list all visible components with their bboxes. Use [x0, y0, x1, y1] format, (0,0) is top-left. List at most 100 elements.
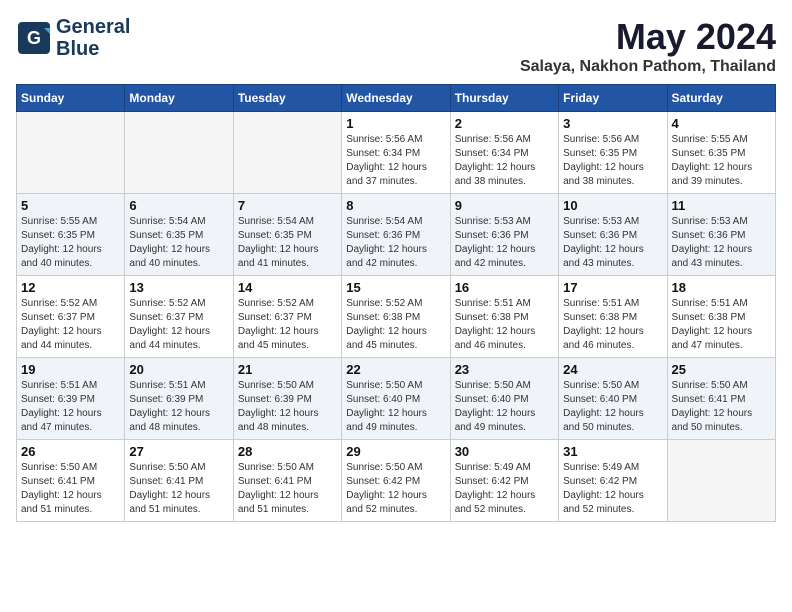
- day-info: Sunrise: 5:51 AMSunset: 6:39 PMDaylight:…: [129, 379, 228, 435]
- day-info: Sunrise: 5:52 AMSunset: 6:38 PMDaylight:…: [346, 297, 445, 353]
- day-number: 14: [238, 280, 337, 295]
- calendar-cell: 3Sunrise: 5:56 AMSunset: 6:35 PMDaylight…: [559, 112, 667, 194]
- day-number: 5: [21, 198, 120, 213]
- calendar-cell: 6 Sunrise: 5:54 AMSunset: 6:35 PMDaylight…: [125, 194, 233, 276]
- title-block: May 2024 Salaya, Nakhon Pathom, Thailand: [520, 16, 776, 76]
- day-number: 13: [129, 280, 228, 295]
- day-number: 4: [672, 116, 771, 131]
- calendar-header-tuesday: Tuesday: [233, 85, 341, 112]
- calendar-cell: [233, 112, 341, 194]
- day-info: Sunrise: 5:54 AMSunset: 6:35 PMDaylight:…: [129, 215, 228, 271]
- calendar-header-thursday: Thursday: [450, 85, 558, 112]
- calendar-cell: 7 Sunrise: 5:54 AMSunset: 6:35 PMDaylight…: [233, 194, 341, 276]
- day-number: 22: [346, 362, 445, 377]
- day-number: 15: [346, 280, 445, 295]
- calendar-cell: 19 Sunrise: 5:51 AMSunset: 6:39 PMDayligh…: [17, 358, 125, 440]
- day-number: 2: [455, 116, 554, 131]
- calendar-cell: 29 Sunrise: 5:50 AMSunset: 6:42 PMDayligh…: [342, 440, 450, 522]
- day-info: Sunrise: 5:51 AMSunset: 6:39 PMDaylight:…: [21, 379, 120, 435]
- calendar-week-row: 12Sunrise: 5:52 AMSunset: 6:37 PMDayligh…: [17, 276, 776, 358]
- day-number: 11: [672, 198, 771, 213]
- calendar-cell: 10Sunrise: 5:53 AMSunset: 6:36 PMDayligh…: [559, 194, 667, 276]
- calendar-cell: 11Sunrise: 5:53 AMSunset: 6:36 PMDayligh…: [667, 194, 775, 276]
- calendar-cell: 16Sunrise: 5:51 AMSunset: 6:38 PMDayligh…: [450, 276, 558, 358]
- day-info: Sunrise: 5:54 AMSunset: 6:36 PMDaylight:…: [346, 215, 445, 271]
- day-info: Sunrise: 5:51 AMSunset: 6:38 PMDaylight:…: [563, 297, 662, 353]
- calendar-week-row: 1 Sunrise: 5:56 AMSunset: 6:34 PMDaylight…: [17, 112, 776, 194]
- day-info: Sunrise: 5:56 AMSunset: 6:35 PMDaylight:…: [563, 133, 662, 189]
- logo-icon: G: [16, 20, 52, 56]
- calendar-cell: 17Sunrise: 5:51 AMSunset: 6:38 PMDayligh…: [559, 276, 667, 358]
- calendar-cell: 14Sunrise: 5:52 AMSunset: 6:37 PMDayligh…: [233, 276, 341, 358]
- calendar-header-wednesday: Wednesday: [342, 85, 450, 112]
- day-info: Sunrise: 5:50 AMSunset: 6:40 PMDaylight:…: [346, 379, 445, 435]
- calendar-week-row: 26 Sunrise: 5:50 AMSunset: 6:41 PMDayligh…: [17, 440, 776, 522]
- calendar: SundayMondayTuesdayWednesdayThursdayFrid…: [16, 84, 776, 522]
- day-number: 18: [672, 280, 771, 295]
- calendar-cell: 28Sunrise: 5:50 AMSunset: 6:41 PMDayligh…: [233, 440, 341, 522]
- calendar-cell: 5 Sunrise: 5:55 AMSunset: 6:35 PMDaylight…: [17, 194, 125, 276]
- calendar-cell: 24 Sunrise: 5:50 AMSunset: 6:40 PMDayligh…: [559, 358, 667, 440]
- calendar-cell: 31Sunrise: 5:49 AMSunset: 6:42 PMDayligh…: [559, 440, 667, 522]
- calendar-cell: 30Sunrise: 5:49 AMSunset: 6:42 PMDayligh…: [450, 440, 558, 522]
- calendar-cell: 23 Sunrise: 5:50 AMSunset: 6:40 PMDayligh…: [450, 358, 558, 440]
- calendar-cell: [667, 440, 775, 522]
- calendar-cell: 9 Sunrise: 5:53 AMSunset: 6:36 PMDaylight…: [450, 194, 558, 276]
- day-number: 9: [455, 198, 554, 213]
- location: Salaya, Nakhon Pathom, Thailand: [520, 58, 776, 76]
- calendar-cell: 8 Sunrise: 5:54 AMSunset: 6:36 PMDaylight…: [342, 194, 450, 276]
- calendar-cell: 21 Sunrise: 5:50 AMSunset: 6:39 PMDayligh…: [233, 358, 341, 440]
- calendar-cell: 27Sunrise: 5:50 AMSunset: 6:41 PMDayligh…: [125, 440, 233, 522]
- calendar-cell: 25Sunrise: 5:50 AMSunset: 6:41 PMDayligh…: [667, 358, 775, 440]
- calendar-cell: 26Sunrise: 5:50 AMSunset: 6:41 PMDayligh…: [17, 440, 125, 522]
- day-number: 21: [238, 362, 337, 377]
- day-number: 6: [129, 198, 228, 213]
- day-number: 1: [346, 116, 445, 131]
- day-info: Sunrise: 5:54 AMSunset: 6:35 PMDaylight:…: [238, 215, 337, 271]
- calendar-cell: [17, 112, 125, 194]
- calendar-header-monday: Monday: [125, 85, 233, 112]
- calendar-header-row: SundayMondayTuesdayWednesdayThursdayFrid…: [17, 85, 776, 112]
- day-number: 8: [346, 198, 445, 213]
- day-number: 31: [563, 444, 662, 459]
- day-number: 26: [21, 444, 120, 459]
- calendar-header-saturday: Saturday: [667, 85, 775, 112]
- calendar-cell: 2 Sunrise: 5:56 AMSunset: 6:34 PMDaylight…: [450, 112, 558, 194]
- calendar-cell: 1 Sunrise: 5:56 AMSunset: 6:34 PMDaylight…: [342, 112, 450, 194]
- day-info: Sunrise: 5:53 AMSunset: 6:36 PMDaylight:…: [455, 215, 554, 271]
- page-header: G General Blue May 2024 Salaya, Nakhon P…: [16, 16, 776, 76]
- day-number: 20: [129, 362, 228, 377]
- day-info: Sunrise: 5:55 AMSunset: 6:35 PMDaylight:…: [21, 215, 120, 271]
- day-number: 7: [238, 198, 337, 213]
- calendar-week-row: 5 Sunrise: 5:55 AMSunset: 6:35 PMDaylight…: [17, 194, 776, 276]
- day-info: Sunrise: 5:50 AMSunset: 6:40 PMDaylight:…: [455, 379, 554, 435]
- day-number: 25: [672, 362, 771, 377]
- day-info: Sunrise: 5:51 AMSunset: 6:38 PMDaylight:…: [455, 297, 554, 353]
- calendar-cell: 22 Sunrise: 5:50 AMSunset: 6:40 PMDayligh…: [342, 358, 450, 440]
- day-number: 24: [563, 362, 662, 377]
- calendar-cell: 15 Sunrise: 5:52 AMSunset: 6:38 PMDayligh…: [342, 276, 450, 358]
- calendar-header-friday: Friday: [559, 85, 667, 112]
- day-info: Sunrise: 5:55 AMSunset: 6:35 PMDaylight:…: [672, 133, 771, 189]
- day-info: Sunrise: 5:50 AMSunset: 6:40 PMDaylight:…: [563, 379, 662, 435]
- logo-text: General Blue: [56, 16, 130, 60]
- day-number: 19: [21, 362, 120, 377]
- day-number: 29: [346, 444, 445, 459]
- day-info: Sunrise: 5:50 AMSunset: 6:42 PMDaylight:…: [346, 461, 445, 517]
- calendar-cell: 12Sunrise: 5:52 AMSunset: 6:37 PMDayligh…: [17, 276, 125, 358]
- day-info: Sunrise: 5:50 AMSunset: 6:39 PMDaylight:…: [238, 379, 337, 435]
- logo: G General Blue: [16, 16, 130, 60]
- day-number: 23: [455, 362, 554, 377]
- calendar-cell: 4 Sunrise: 5:55 AMSunset: 6:35 PMDaylight…: [667, 112, 775, 194]
- calendar-cell: 20 Sunrise: 5:51 AMSunset: 6:39 PMDayligh…: [125, 358, 233, 440]
- day-info: Sunrise: 5:56 AMSunset: 6:34 PMDaylight:…: [346, 133, 445, 189]
- calendar-cell: [125, 112, 233, 194]
- calendar-header-sunday: Sunday: [17, 85, 125, 112]
- day-number: 28: [238, 444, 337, 459]
- day-number: 30: [455, 444, 554, 459]
- day-info: Sunrise: 5:52 AMSunset: 6:37 PMDaylight:…: [129, 297, 228, 353]
- month-title: May 2024: [520, 16, 776, 58]
- day-info: Sunrise: 5:50 AMSunset: 6:41 PMDaylight:…: [129, 461, 228, 517]
- day-info: Sunrise: 5:56 AMSunset: 6:34 PMDaylight:…: [455, 133, 554, 189]
- day-number: 10: [563, 198, 662, 213]
